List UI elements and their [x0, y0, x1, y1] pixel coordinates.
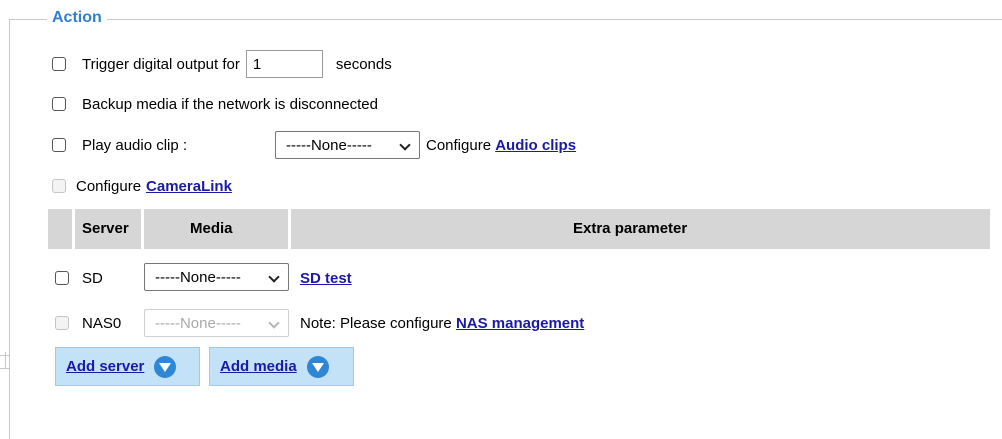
- chevron-down-circle-icon: [306, 355, 329, 378]
- server-sd-name: SD: [82, 269, 103, 287]
- audio-clip-select-value: -----None-----: [286, 137, 372, 154]
- audio-configure-text: Configure: [426, 137, 492, 154]
- server-sd-checkbox[interactable]: [55, 271, 69, 285]
- trigger-output-row: Trigger digital output for seconds: [52, 50, 392, 78]
- chevron-down-icon: [399, 139, 411, 151]
- play-audio-checkbox[interactable]: [52, 138, 66, 152]
- section-title: Action: [47, 9, 107, 27]
- play-audio-label: Play audio clip :: [82, 136, 188, 154]
- audio-clips-link[interactable]: Audio clips: [495, 137, 576, 154]
- add-media-label: Add media: [220, 358, 297, 375]
- audio-clip-select[interactable]: -----None-----: [275, 131, 420, 159]
- backup-media-label: Backup media if the network is disconnec…: [82, 95, 378, 113]
- table-row: SD: [55, 266, 103, 290]
- chevron-down-circle-icon: [154, 355, 177, 378]
- table-row: NAS0: [55, 311, 121, 335]
- camera-link-row: Configure CameraLink: [52, 174, 232, 198]
- media-table-header: Server Media Extra parameter: [48, 209, 990, 249]
- header-server: Server: [82, 220, 129, 237]
- backup-media-checkbox[interactable]: [52, 97, 66, 111]
- chevron-down-icon: [268, 271, 280, 283]
- header-extra-parameter: Extra parameter: [573, 220, 688, 237]
- audio-clips-configure: Configure Audio clips: [426, 137, 576, 154]
- fieldset-corner-mark: [0, 355, 10, 369]
- header-separator: [141, 209, 144, 249]
- camera-link-link[interactable]: CameraLink: [146, 178, 232, 195]
- nas0-note-text: Note: Please configure: [300, 315, 452, 332]
- nas0-media-select[interactable]: -----None-----: [144, 309, 289, 337]
- nas0-media-select-value: -----None-----: [155, 315, 241, 332]
- chevron-down-icon: [268, 317, 280, 329]
- server-nas0-checkbox[interactable]: [55, 316, 69, 330]
- backup-media-row: Backup media if the network is disconnec…: [52, 92, 378, 116]
- camera-link-checkbox[interactable]: [52, 179, 66, 193]
- camera-link-configure-text: Configure: [76, 177, 142, 195]
- header-media: Media: [190, 220, 233, 237]
- header-separator: [288, 209, 291, 249]
- sd-media-select-value: -----None-----: [155, 269, 241, 286]
- trigger-output-label: Trigger digital output for: [82, 55, 240, 73]
- nas-management-link[interactable]: NAS management: [456, 315, 584, 332]
- add-server-label: Add server: [66, 358, 145, 375]
- add-media-button[interactable]: Add media: [209, 347, 354, 386]
- server-nas0-name: NAS0: [82, 314, 122, 332]
- play-audio-row: Play audio clip :: [52, 133, 187, 157]
- trigger-output-unit: seconds: [335, 55, 392, 73]
- sd-test-link[interactable]: SD test: [300, 270, 352, 287]
- trigger-output-seconds-input[interactable]: [245, 50, 323, 78]
- sd-media-select[interactable]: -----None-----: [144, 263, 289, 291]
- trigger-output-checkbox[interactable]: [52, 57, 66, 71]
- header-separator: [72, 209, 75, 249]
- nas0-extra-parameter: Note: Please configure NAS management: [300, 315, 584, 332]
- add-server-button[interactable]: Add server: [55, 347, 200, 386]
